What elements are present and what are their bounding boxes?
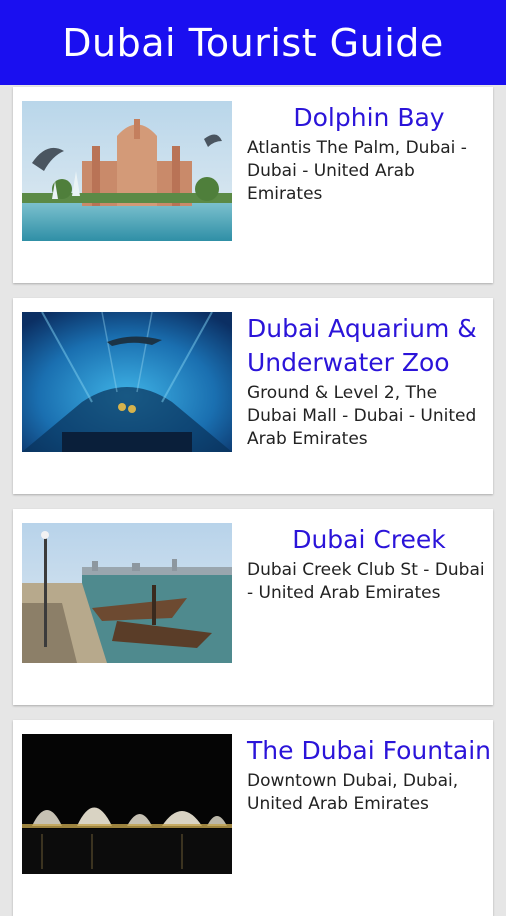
creek-waterfront-photo: [22, 523, 232, 663]
place-address: Dubai Creek Club St - Dubai - United Ara…: [247, 560, 485, 603]
place-title: Dubai Aquarium & Underwater Zoo: [247, 314, 477, 377]
place-title: The Dubai Fountain: [247, 736, 492, 765]
place-address: Downtown Dubai, Dubai, United Arab Emira…: [247, 771, 459, 814]
place-address: Ground & Level 2, The Dubai Mall - Dubai…: [247, 383, 477, 449]
place-address: Atlantis The Palm, Dubai - Dubai - Unite…: [247, 138, 467, 204]
place-title: Dolphin Bay: [293, 103, 445, 132]
dolphin-bay-photo: [22, 101, 232, 241]
list-item-dubai-aquarium[interactable]: Dubai Aquarium & Underwater Zoo Ground &…: [13, 298, 493, 494]
list-item-dolphin-bay[interactable]: Dolphin Bay Atlantis The Palm, Dubai - D…: [13, 87, 493, 283]
fountain-night-photo: [22, 734, 232, 874]
list-item-dubai-fountain[interactable]: The Dubai Fountain Downtown Dubai, Dubai…: [13, 720, 493, 916]
app-title: Dubai Tourist Guide: [62, 20, 444, 65]
place-title: Dubai Creek: [292, 525, 446, 554]
app-bar: Dubai Tourist Guide: [0, 0, 506, 85]
list-item-dubai-creek[interactable]: Dubai Creek Dubai Creek Club St - Dubai …: [13, 509, 493, 705]
aquarium-tunnel-photo: [22, 312, 232, 452]
